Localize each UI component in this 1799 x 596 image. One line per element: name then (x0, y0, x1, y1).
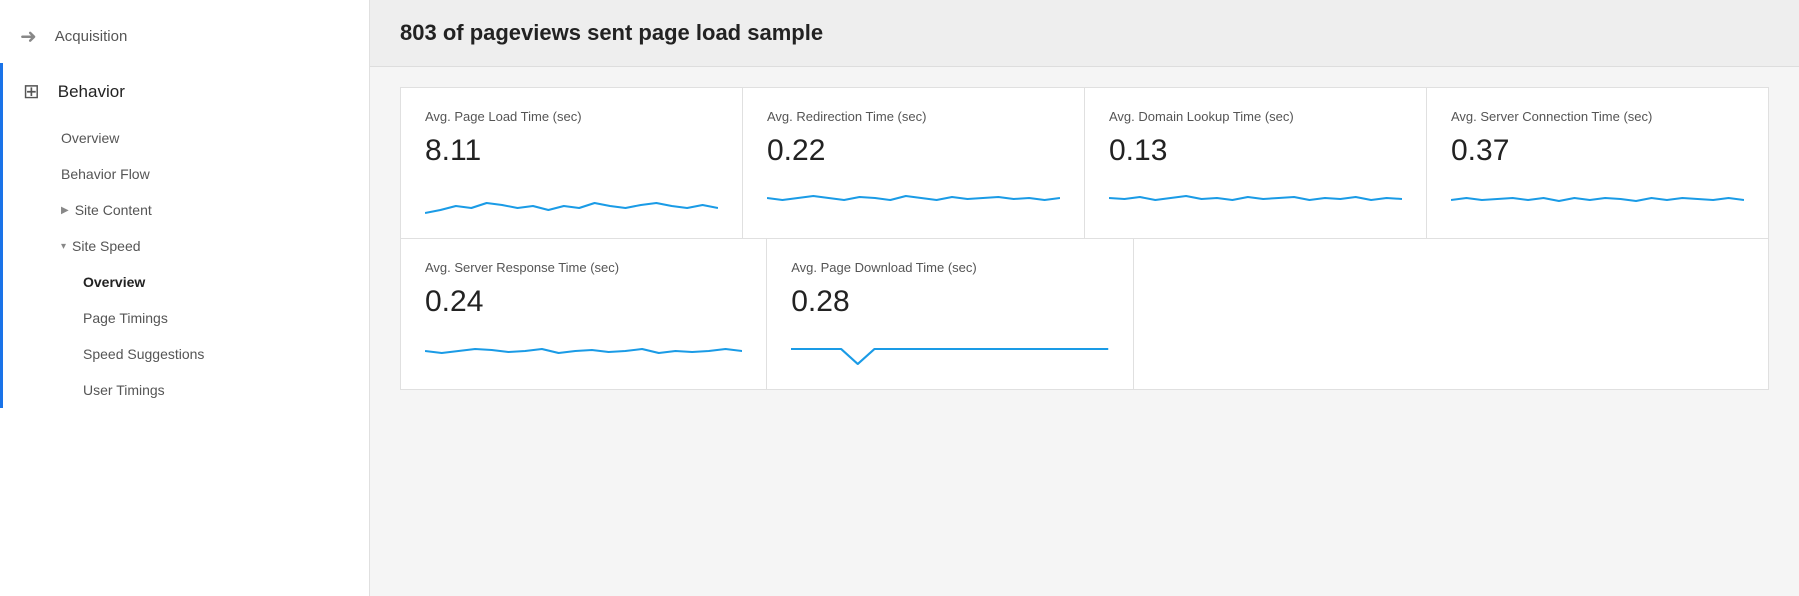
speed-suggestions-label: Speed Suggestions (83, 346, 204, 362)
sidebar-item-user-timings[interactable]: User Timings (3, 372, 369, 408)
metric-card-avg-redirection: Avg. Redirection Time (sec) 0.22 (743, 88, 1085, 238)
sparkline-avg-page-download (791, 329, 1108, 369)
site-content-arrow: ▶ (61, 205, 69, 216)
sidebar: ➜ Acquisition ⊞ Behavior Overview Behavi… (0, 0, 370, 596)
sidebar-item-site-content[interactable]: ▶ Site Content (3, 192, 369, 228)
metric-label-avg-server-response: Avg. Server Response Time (sec) (425, 259, 742, 277)
metric-value-avg-server-connection: 0.37 (1451, 134, 1744, 168)
metric-value-avg-redirection: 0.22 (767, 134, 1060, 168)
sidebar-item-speed-suggestions[interactable]: Speed Suggestions (3, 336, 369, 372)
sidebar-item-overview[interactable]: Overview (3, 120, 369, 156)
page-header: 803 of pageviews sent page load sample (370, 0, 1799, 67)
metrics-row-1: Avg. Page Load Time (sec) 8.11 Avg. Redi… (400, 87, 1769, 238)
behavior-flow-label: Behavior Flow (61, 166, 150, 182)
sidebar-item-behavior[interactable]: ⊞ Behavior (3, 63, 369, 120)
sparkline-avg-redirection (767, 178, 1060, 218)
site-speed-overview-label: Overview (83, 274, 145, 290)
behavior-icon: ⊞ (23, 79, 40, 104)
page-timings-label: Page Timings (83, 310, 168, 326)
metric-value-avg-server-response: 0.24 (425, 285, 742, 319)
sparkline-avg-server-response (425, 329, 742, 369)
page-title: 803 of pageviews sent page load sample (400, 20, 1769, 46)
empty-filler (1134, 239, 1769, 389)
sidebar-item-acquisition[interactable]: ➜ Acquisition (0, 10, 369, 63)
sparkline-avg-server-connection (1451, 178, 1744, 218)
site-content-label: Site Content (75, 202, 152, 218)
metric-value-avg-page-load: 8.11 (425, 134, 718, 168)
sidebar-behavior-label: Behavior (58, 82, 125, 102)
metric-label-avg-server-connection: Avg. Server Connection Time (sec) (1451, 108, 1744, 126)
overview-label: Overview (61, 130, 119, 146)
metric-value-avg-page-download: 0.28 (791, 285, 1108, 319)
metric-card-avg-domain-lookup: Avg. Domain Lookup Time (sec) 0.13 (1085, 88, 1427, 238)
sidebar-item-page-timings[interactable]: Page Timings (3, 300, 369, 336)
sidebar-behavior-section: ⊞ Behavior Overview Behavior Flow ▶ Site… (0, 63, 369, 408)
site-speed-arrow: ▾ (61, 241, 66, 252)
main-content: 803 of pageviews sent page load sample A… (370, 0, 1799, 596)
metrics-row-2: Avg. Server Response Time (sec) 0.24 Avg… (400, 238, 1769, 390)
metric-value-avg-domain-lookup: 0.13 (1109, 134, 1402, 168)
metrics-area: Avg. Page Load Time (sec) 8.11 Avg. Redi… (370, 67, 1799, 410)
sidebar-item-behavior-flow[interactable]: Behavior Flow (3, 156, 369, 192)
sidebar-item-site-speed-overview[interactable]: Overview (3, 264, 369, 300)
site-speed-label: Site Speed (72, 238, 141, 254)
metric-card-avg-server-response: Avg. Server Response Time (sec) 0.24 (401, 239, 767, 389)
metric-card-avg-page-load: Avg. Page Load Time (sec) 8.11 (401, 88, 743, 238)
metric-label-avg-domain-lookup: Avg. Domain Lookup Time (sec) (1109, 108, 1402, 126)
metric-card-avg-server-connection: Avg. Server Connection Time (sec) 0.37 (1427, 88, 1768, 238)
metric-label-avg-page-load: Avg. Page Load Time (sec) (425, 108, 718, 126)
metric-label-avg-redirection: Avg. Redirection Time (sec) (767, 108, 1060, 126)
sparkline-avg-domain-lookup (1109, 178, 1402, 218)
acquisition-icon: ➜ (20, 24, 37, 49)
sidebar-item-site-speed[interactable]: ▾ Site Speed (3, 228, 369, 264)
metric-label-avg-page-download: Avg. Page Download Time (sec) (791, 259, 1108, 277)
user-timings-label: User Timings (83, 382, 165, 398)
metric-card-avg-page-download: Avg. Page Download Time (sec) 0.28 (767, 239, 1133, 389)
sparkline-avg-page-load (425, 178, 718, 218)
sidebar-acquisition-label: Acquisition (55, 28, 128, 45)
